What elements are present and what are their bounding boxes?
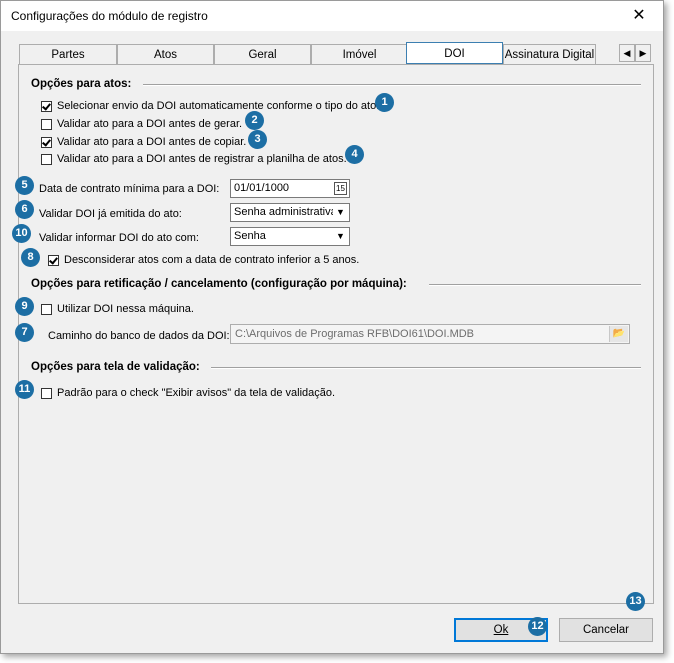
caminho-label: Caminho do banco de dados da DOI: xyxy=(48,330,230,342)
option-padrao-check[interactable]: Padrão para o check "Exibir avisos" da t… xyxy=(41,387,335,399)
annotation-badge: 6 xyxy=(15,200,34,219)
section-title-atos: Opções para atos: xyxy=(31,78,132,90)
annotation-badge: 5 xyxy=(15,176,34,195)
validar-emitida-label: Validar DOI já emitida do ato: xyxy=(39,208,182,220)
tab-doi[interactable]: DOI xyxy=(406,42,503,64)
data-contrato-input[interactable]: 01/01/1000 15 xyxy=(230,179,350,198)
option-desconsiderar[interactable]: Desconsiderar atos com a data de contrat… xyxy=(48,254,359,266)
checkbox[interactable] xyxy=(41,118,52,130)
validar-informar-value: Senha xyxy=(234,230,266,242)
annotation-badge: 1 xyxy=(375,93,394,112)
tab-imovel[interactable]: Imóvel xyxy=(311,44,408,64)
cancel-button[interactable]: Cancelar xyxy=(559,618,653,642)
calendar-icon[interactable]: 15 xyxy=(334,182,347,195)
close-button[interactable]: ✕ xyxy=(619,3,659,29)
annotation-badge: 10 xyxy=(12,224,31,243)
annotation-badge: 12 xyxy=(528,617,547,636)
section-divider xyxy=(429,284,641,286)
validar-emitida-select[interactable]: Senha administrativa ▼ xyxy=(230,203,350,222)
option-label: Utilizar DOI nessa máquina. xyxy=(57,303,194,315)
tab-scroll-left-icon[interactable]: ◀ xyxy=(619,44,635,62)
window-title: Configurações do módulo de registro xyxy=(11,9,208,23)
validar-informar-select[interactable]: Senha ▼ xyxy=(230,227,350,246)
data-contrato-value: 01/01/1000 xyxy=(234,182,290,194)
checkbox[interactable] xyxy=(48,254,59,266)
chevron-down-icon[interactable]: ▼ xyxy=(333,205,348,220)
option-label: Padrão para o check "Exibir avisos" da t… xyxy=(57,387,336,399)
option-label: Validar ato para a DOI antes de gerar. xyxy=(57,118,243,130)
annotation-badge: 11 xyxy=(15,380,34,399)
annotation-badge: 8 xyxy=(21,248,40,267)
option-label: Validar ato para a DOI antes de registra… xyxy=(57,153,347,165)
annotation-badge: 4 xyxy=(345,145,364,164)
doi-tab-panel: Opções para atos: Selecionar envio da DO… xyxy=(18,64,654,604)
checkbox[interactable] xyxy=(41,387,52,399)
option-validar-copiar[interactable]: Validar ato para a DOI antes de copiar. xyxy=(41,136,246,148)
option-label: Selecionar envio da DOI automaticamente … xyxy=(57,100,380,112)
title-bar: Configurações do módulo de registro ✕ xyxy=(1,1,663,31)
annotation-badge: 2 xyxy=(245,111,264,130)
checkbox[interactable] xyxy=(41,136,52,148)
section-title-retificacao: Opções para retificação / cancelamento (… xyxy=(31,278,407,290)
section-divider xyxy=(211,367,641,369)
validar-informar-label: Validar informar DOI do ato com: xyxy=(39,232,199,244)
option-utilizar-doi[interactable]: Utilizar DOI nessa máquina. xyxy=(41,303,194,315)
dialog-window: Configurações do módulo de registro ✕ Pa… xyxy=(0,0,664,654)
section-divider xyxy=(143,84,641,86)
tab-geral[interactable]: Geral xyxy=(214,44,311,64)
caminho-value: C:\Arquivos de Programas RFB\DOI61\DOI.M… xyxy=(235,328,475,340)
option-validar-registrar[interactable]: Validar ato para a DOI antes de registra… xyxy=(41,153,347,165)
ok-label: Ok xyxy=(493,624,509,636)
tab-atos[interactable]: Atos xyxy=(117,44,214,64)
option-label: Desconsiderar atos com a data de contrat… xyxy=(64,254,360,266)
tab-assinatura-digital[interactable]: Assinatura Digital xyxy=(503,44,596,64)
checkbox[interactable] xyxy=(41,303,52,315)
caminho-input[interactable]: C:\Arquivos de Programas RFB\DOI61\DOI.M… xyxy=(230,324,630,344)
tab-strip: Partes Atos Geral Imóvel DOI Assinatura … xyxy=(19,42,655,65)
tab-partes[interactable]: Partes xyxy=(19,44,117,64)
option-selecionar-envio[interactable]: Selecionar envio da DOI automaticamente … xyxy=(41,100,379,112)
annotation-badge: 7 xyxy=(15,323,34,342)
checkbox[interactable] xyxy=(41,153,52,165)
folder-open-icon[interactable]: 📂 xyxy=(609,326,628,342)
data-contrato-label: Data de contrato mínima para a DOI: xyxy=(39,183,220,195)
annotation-badge: 9 xyxy=(15,297,34,316)
section-title-validacao: Opções para tela de validação: xyxy=(31,361,200,373)
annotation-badge: 13 xyxy=(626,592,645,611)
option-label: Validar ato para a DOI antes de copiar. xyxy=(57,136,247,148)
tab-scroll-right-icon[interactable]: ▶ xyxy=(635,44,651,62)
checkbox[interactable] xyxy=(41,100,52,112)
option-validar-gerar[interactable]: Validar ato para a DOI antes de gerar. xyxy=(41,118,242,130)
chevron-down-icon[interactable]: ▼ xyxy=(333,229,348,244)
validar-emitida-value: Senha administrativa xyxy=(234,206,337,218)
annotation-badge: 3 xyxy=(248,130,267,149)
